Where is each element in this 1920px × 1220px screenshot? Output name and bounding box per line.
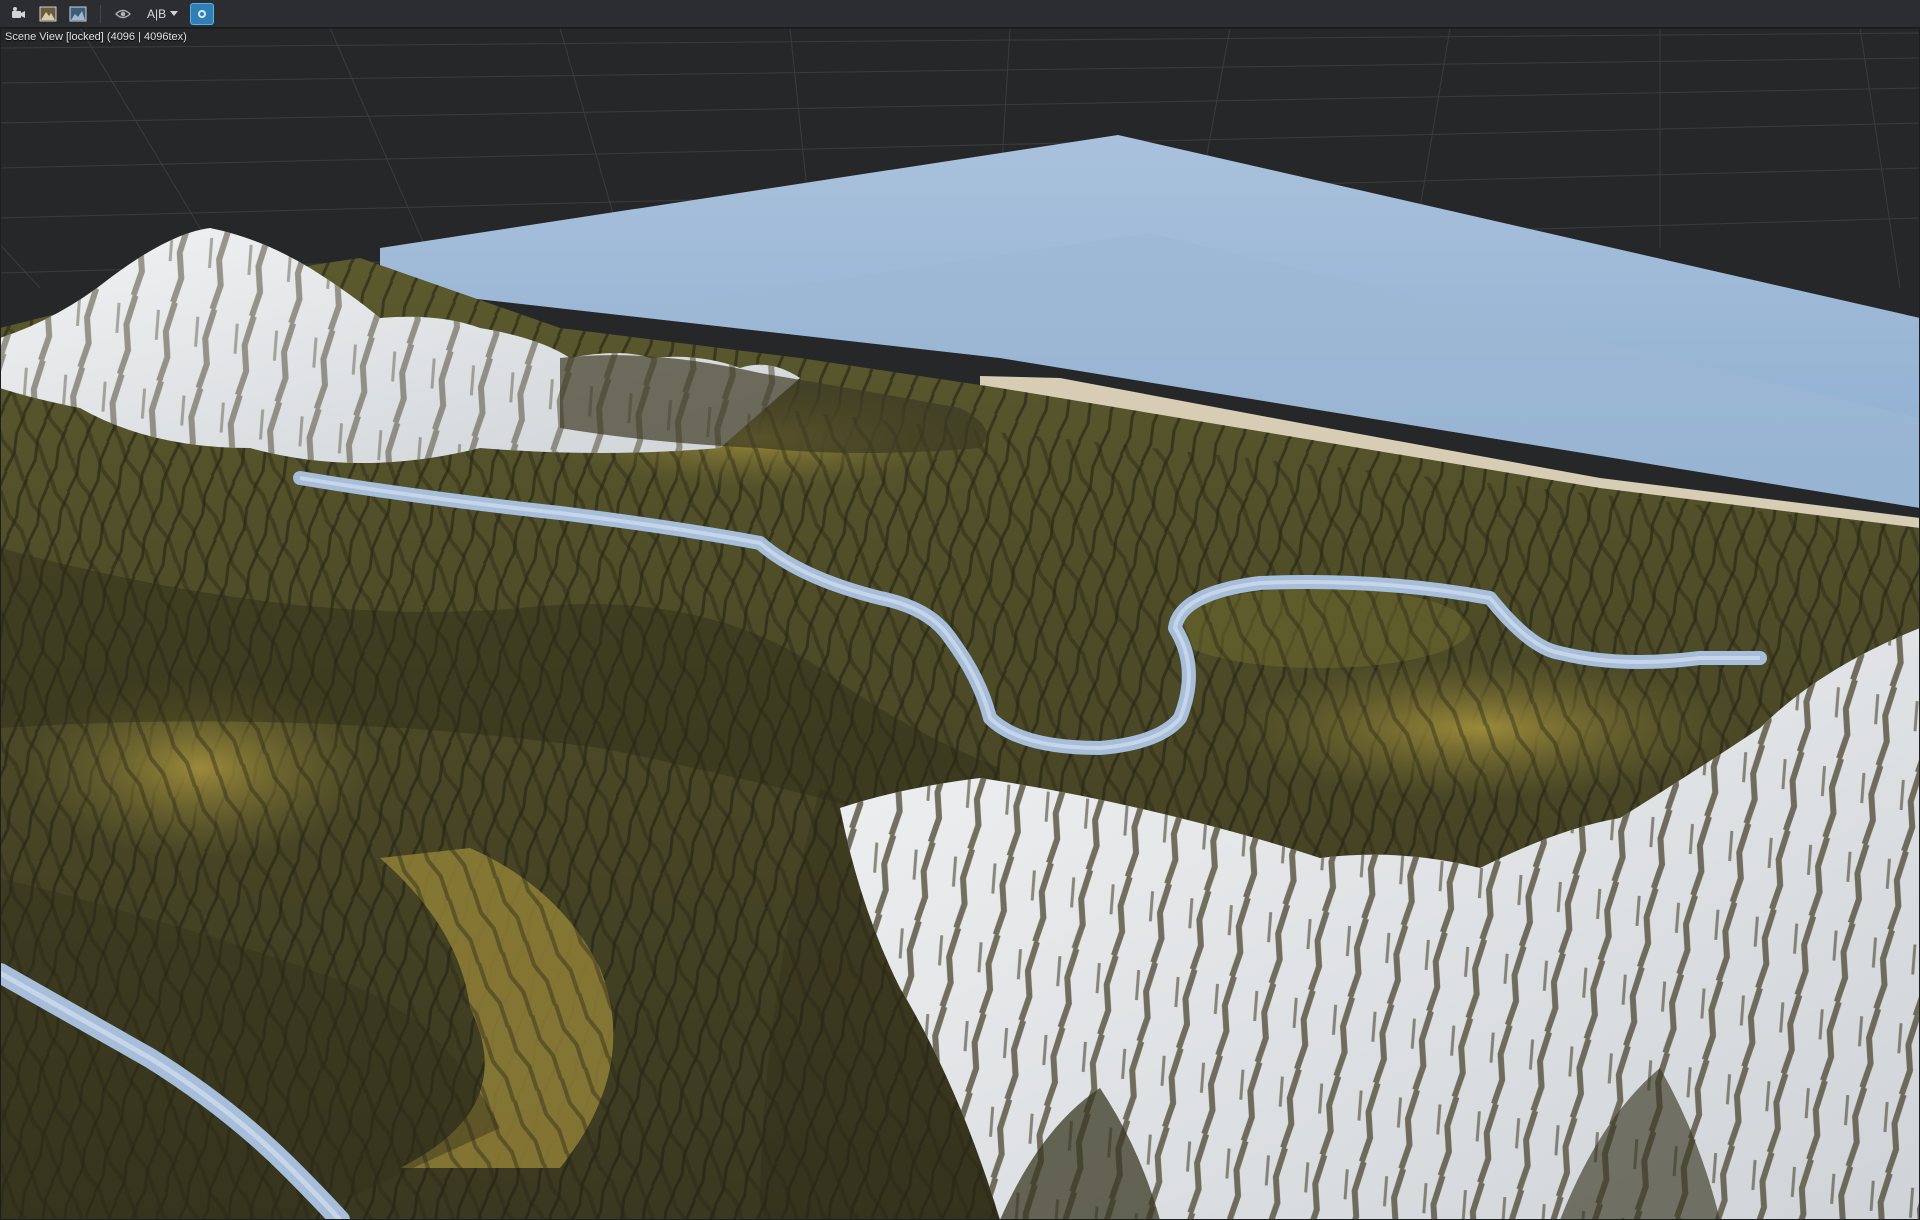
texture-preview-icon[interactable] bbox=[66, 3, 90, 25]
viewport-status-label: Scene View [locked] (4096 | 4096tex) bbox=[5, 31, 187, 43]
terrain-render bbox=[0, 28, 1920, 1220]
chevron-down-icon bbox=[170, 10, 179, 16]
scene-viewport[interactable] bbox=[0, 28, 1920, 1220]
scene-render-icon[interactable] bbox=[36, 3, 60, 25]
camera-settings-icon[interactable] bbox=[6, 3, 30, 25]
visibility-eye-icon[interactable] bbox=[111, 3, 135, 25]
viewport-toolbar: A|B bbox=[0, 0, 1920, 28]
ab-compare-label: A|B bbox=[147, 6, 167, 21]
live-update-icon[interactable] bbox=[190, 2, 215, 25]
toolbar-separator bbox=[100, 4, 101, 23]
ab-compare-dropdown[interactable]: A|B bbox=[141, 3, 184, 25]
